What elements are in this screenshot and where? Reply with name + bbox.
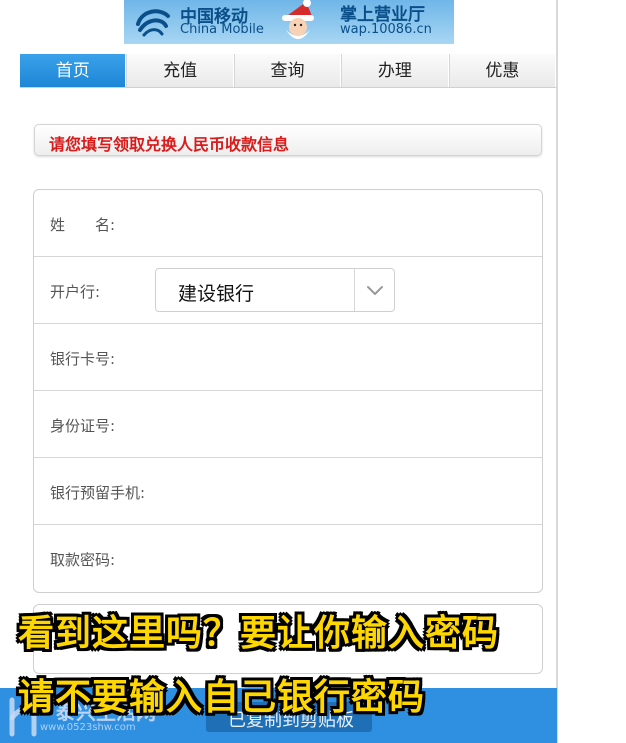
china-mobile-banner[interactable]: 中国移动 China Mobile 掌上营业厅 wap.10086.cn (124, 0, 454, 44)
notice-text: 请您填写领取兑换人民币收款信息 (49, 135, 290, 154)
bank-label: 开户行: (50, 283, 101, 301)
notice-banner: 请您填写领取兑换人民币收款信息 (34, 124, 542, 156)
brand-name-en: China Mobile (180, 22, 264, 37)
id-number-label: 身份证号: (50, 417, 116, 435)
password-input[interactable] (154, 539, 524, 577)
bank-select-value: 建设银行 (178, 283, 255, 305)
bank-select-arrow[interactable] (354, 269, 394, 311)
name-label: 姓 名: (50, 216, 116, 234)
card-number-input[interactable] (154, 338, 524, 376)
nav-tab-query[interactable]: 查询 (233, 54, 342, 87)
form-row-password: 取款密码: (34, 525, 542, 592)
site-url: wap.10086.cn (340, 22, 432, 37)
form-row-phone: 银行预留手机: (34, 458, 542, 525)
phone-input[interactable] (154, 472, 524, 510)
form-row-bank: 开户行: 建设银行 (34, 257, 542, 324)
china-mobile-logo-icon (136, 9, 170, 37)
nav-tab-handle[interactable]: 办理 (341, 54, 449, 87)
nav-tab-home[interactable]: 首页 (20, 54, 127, 87)
payee-info-form: 姓 名: 开户行: 建设银行 银行卡号: 身份证号: 银行预留手机: 取款密码: (33, 189, 543, 593)
main-nav: 首页 充值 查询 办理 优惠 (20, 54, 557, 88)
phone-label: 银行预留手机: (50, 484, 146, 502)
watermark-url: www.0523shw.com (40, 722, 136, 733)
nav-tab-recharge[interactable]: 充值 (126, 54, 234, 87)
id-number-input[interactable] (154, 405, 524, 443)
bank-select[interactable]: 建设银行 (155, 268, 395, 312)
name-input[interactable] (154, 204, 524, 242)
chevron-down-icon (367, 286, 383, 295)
nav-tab-offers[interactable]: 优惠 (448, 54, 557, 87)
caption-line-2: 请不要输入自己银行密码 (18, 677, 426, 718)
santa-icon (282, 0, 314, 39)
form-row-name: 姓 名: (34, 190, 542, 257)
caption-line-1: 看到这里吗？要让你输入密码 (18, 613, 500, 654)
form-row-card: 银行卡号: (34, 324, 542, 391)
form-row-id: 身份证号: (34, 391, 542, 458)
card-number-label: 银行卡号: (50, 350, 116, 368)
page: 中国移动 China Mobile 掌上营业厅 wap.10086.cn 首页 … (0, 0, 626, 743)
password-label: 取款密码: (50, 551, 116, 569)
page-edge-divider (556, 0, 558, 743)
